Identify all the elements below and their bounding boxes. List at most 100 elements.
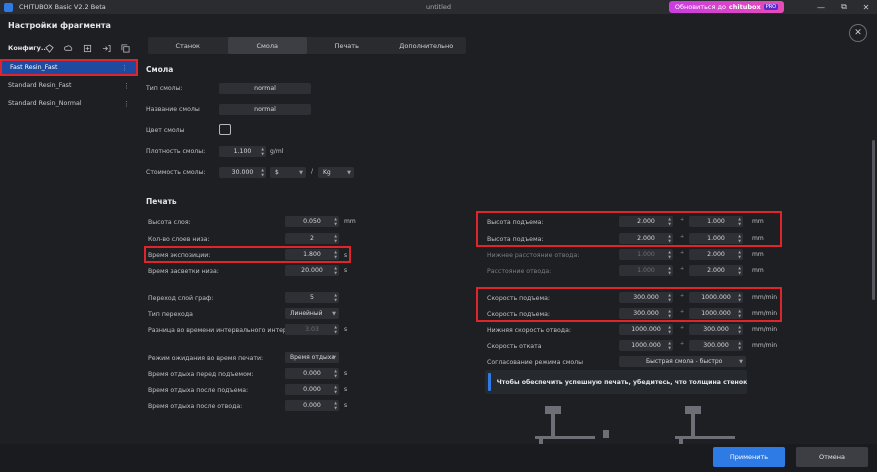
lift-height-unit: mm <box>752 218 764 225</box>
stepper-arrows-icon[interactable]: ▲ ▼ <box>738 324 741 335</box>
stepper-arrows-icon[interactable]: ▲ ▼ <box>334 368 337 379</box>
close-window-button[interactable]: ✕ <box>855 0 877 14</box>
stepper-arrows-icon[interactable]: ▲ ▼ <box>668 340 671 351</box>
lift-speed-stepper[interactable]: 1000.000 ▲ ▼ <box>689 292 743 303</box>
bottom-retract-speed-stepper[interactable]: 1000.000 ▲ ▼ <box>619 324 673 335</box>
more-vertical-icon[interactable]: ⋮ <box>123 82 130 90</box>
stepper-arrows-icon[interactable]: ▲ ▼ <box>738 292 741 303</box>
transition-type-value: Линейный <box>290 310 323 317</box>
stepper-arrows-icon[interactable]: ▲ ▼ <box>738 340 741 351</box>
upgrade-button[interactable]: Обновиться до chitubox PRO <box>669 1 784 13</box>
export-icon[interactable] <box>82 43 92 53</box>
exposure-stepper[interactable]: 1.800 ▲ ▼ <box>285 249 339 260</box>
stepper-arrows-icon[interactable]: ▲ ▼ <box>334 233 337 244</box>
retract-speed-stepper[interactable]: 1000.000 ▲ ▼ <box>619 340 673 351</box>
rest-after-lift-unit: s <box>344 386 348 393</box>
stepper-arrows-icon[interactable]: ▲ ▼ <box>668 308 671 319</box>
transition-type-label: Тип перехода <box>148 311 193 318</box>
retract-speed-stepper[interactable]: 300.000 ▲ ▼ <box>689 340 743 351</box>
lift-height-stepper[interactable]: 2.000 ▲ ▼ <box>619 233 673 244</box>
stepper-arrows-icon[interactable]: ▲ ▼ <box>668 233 671 244</box>
resin-mode-select[interactable]: Быстрая смола - быстро ▼ <box>619 356 746 367</box>
add-profile-icon[interactable] <box>44 43 54 53</box>
rest-before-lift-stepper[interactable]: 0.000 ▲ ▼ <box>285 368 339 379</box>
lift-speed-stepper[interactable]: 1000.000 ▲ ▼ <box>689 308 743 319</box>
stepper-arrows-icon[interactable]: ▲ ▼ <box>334 384 337 395</box>
stepper-arrows-icon[interactable]: ▲ ▼ <box>334 400 337 411</box>
stepper-arrows-icon[interactable]: ▲ ▼ <box>334 324 337 335</box>
lift-speed-stepper[interactable]: 300.000 ▲ ▼ <box>619 292 673 303</box>
transition-layers-stepper[interactable]: 5 ▲ ▼ <box>285 292 339 303</box>
bottom-layers-stepper[interactable]: 2 ▲ ▼ <box>285 233 339 244</box>
tab-print[interactable]: Печать <box>307 37 387 54</box>
retract-distance-stepper[interactable]: 1.000 ▲ ▼ <box>619 265 673 276</box>
apply-button[interactable]: Применить <box>713 447 785 467</box>
stepper-arrows-icon[interactable]: ▲ ▼ <box>261 146 264 157</box>
profile-item[interactable]: Fast Resin_Fast ⋮ <box>0 59 138 76</box>
stepper-arrows-icon[interactable]: ▲ ▼ <box>738 233 741 244</box>
config-label: Конфигу... <box>8 44 49 52</box>
resin-name-field[interactable]: normal <box>219 104 311 115</box>
bottom-retract-distance-stepper[interactable]: 2.000 ▲ ▼ <box>689 249 743 260</box>
profile-item[interactable]: Standard Resin_Normal ⋮ <box>0 95 138 112</box>
minimize-button[interactable]: — <box>810 0 832 14</box>
more-vertical-icon[interactable]: ⋮ <box>121 64 128 72</box>
transition-type-select[interactable]: Линейный ▼ <box>285 308 339 319</box>
resin-color-swatch[interactable] <box>219 124 231 135</box>
lift-height-stepper[interactable]: 2.000 ▲ ▼ <box>619 216 673 227</box>
stepper-arrows-icon[interactable]: ▲ ▼ <box>334 216 337 227</box>
stepper-arrows-icon[interactable]: ▲ ▼ <box>738 216 741 227</box>
cloud-upload-icon[interactable] <box>63 43 73 53</box>
stepper-arrows-icon[interactable]: ▲ ▼ <box>668 249 671 260</box>
interval-diff-stepper[interactable]: 3.03 ▲ ▼ <box>285 324 339 335</box>
more-vertical-icon[interactable]: ⋮ <box>123 100 130 108</box>
weight-unit-select[interactable]: Kg ▼ <box>318 167 354 178</box>
stepper-arrows-icon[interactable]: ▲ ▼ <box>668 265 671 276</box>
stepper-arrows-icon[interactable]: ▲ ▼ <box>668 292 671 303</box>
stepper-arrows-icon[interactable]: ▲ ▼ <box>334 265 337 276</box>
stepper-arrows-icon[interactable]: ▲ ▼ <box>738 308 741 319</box>
copy-icon[interactable] <box>120 43 130 53</box>
stepper-arrows-icon[interactable]: ▲ ▼ <box>261 167 264 178</box>
stepper-arrows-icon[interactable]: ▲ ▼ <box>334 292 337 303</box>
bottom-retract-speed-value: 300.000 <box>703 326 729 333</box>
import-icon[interactable] <box>101 43 111 53</box>
rest-after-retract-stepper[interactable]: 0.000 ▲ ▼ <box>285 400 339 411</box>
stepper-arrows-icon[interactable]: ▲ ▼ <box>668 324 671 335</box>
bottom-retract-distance-stepper[interactable]: 1.000 ▲ ▼ <box>619 249 673 260</box>
bottom-exposure-unit: s <box>344 267 348 274</box>
tab-machine[interactable]: Станок <box>148 37 228 54</box>
layer-height-value: 0.050 <box>303 218 321 225</box>
currency-select[interactable]: $ ▼ <box>270 167 306 178</box>
resin-cost-stepper[interactable]: 30.000 ▲ ▼ <box>219 167 266 178</box>
lift-speed-stepper[interactable]: 300.000 ▲ ▼ <box>619 308 673 319</box>
resin-type-field[interactable]: normal <box>219 83 311 94</box>
stepper-arrows-icon[interactable]: ▲ ▼ <box>738 249 741 260</box>
rest-after-lift-stepper[interactable]: 0.000 ▲ ▼ <box>285 384 339 395</box>
lift-height-stepper[interactable]: 1.000 ▲ ▼ <box>689 233 743 244</box>
close-dialog-button[interactable]: ✕ <box>849 24 867 42</box>
restore-button[interactable]: ⧉ <box>833 0 855 14</box>
close-icon: ✕ <box>862 2 870 12</box>
bottom-retract-speed-stepper[interactable]: 300.000 ▲ ▼ <box>689 324 743 335</box>
resin-density-stepper[interactable]: 1.100 ▲ ▼ <box>219 146 266 157</box>
stepper-arrows-icon[interactable]: ▲ ▼ <box>668 216 671 227</box>
profile-name: Fast Resin_Fast <box>10 64 58 71</box>
tab-resin[interactable]: Смола <box>227 37 307 54</box>
bottom-exposure-stepper[interactable]: 20.000 ▲ ▼ <box>285 265 339 276</box>
stepper-arrows-icon[interactable]: ▲ ▼ <box>334 249 337 260</box>
lift-height-stepper[interactable]: 1.000 ▲ ▼ <box>689 216 743 227</box>
rest-before-lift-unit: s <box>344 370 348 377</box>
tab-advanced[interactable]: Дополнительно <box>387 37 467 54</box>
stepper-arrows-icon[interactable]: ▲ ▼ <box>738 265 741 276</box>
chevron-down-icon: ▼ <box>299 169 303 176</box>
profile-item[interactable]: Standard Resin_Fast ⋮ <box>0 77 138 94</box>
cancel-button[interactable]: Отмена <box>796 447 868 467</box>
layer-height-stepper[interactable]: 0.050 ▲ ▼ <box>285 216 339 227</box>
wait-mode-select[interactable]: Время отдыха ▼ <box>285 352 339 363</box>
info-accent-bar <box>488 373 491 391</box>
resin-cost-label: Стоимость смолы: <box>146 169 206 176</box>
vertical-scrollbar[interactable] <box>872 140 875 300</box>
bottom-retract-distance-value: 2.000 <box>707 251 725 258</box>
retract-distance-stepper[interactable]: 2.000 ▲ ▼ <box>689 265 743 276</box>
